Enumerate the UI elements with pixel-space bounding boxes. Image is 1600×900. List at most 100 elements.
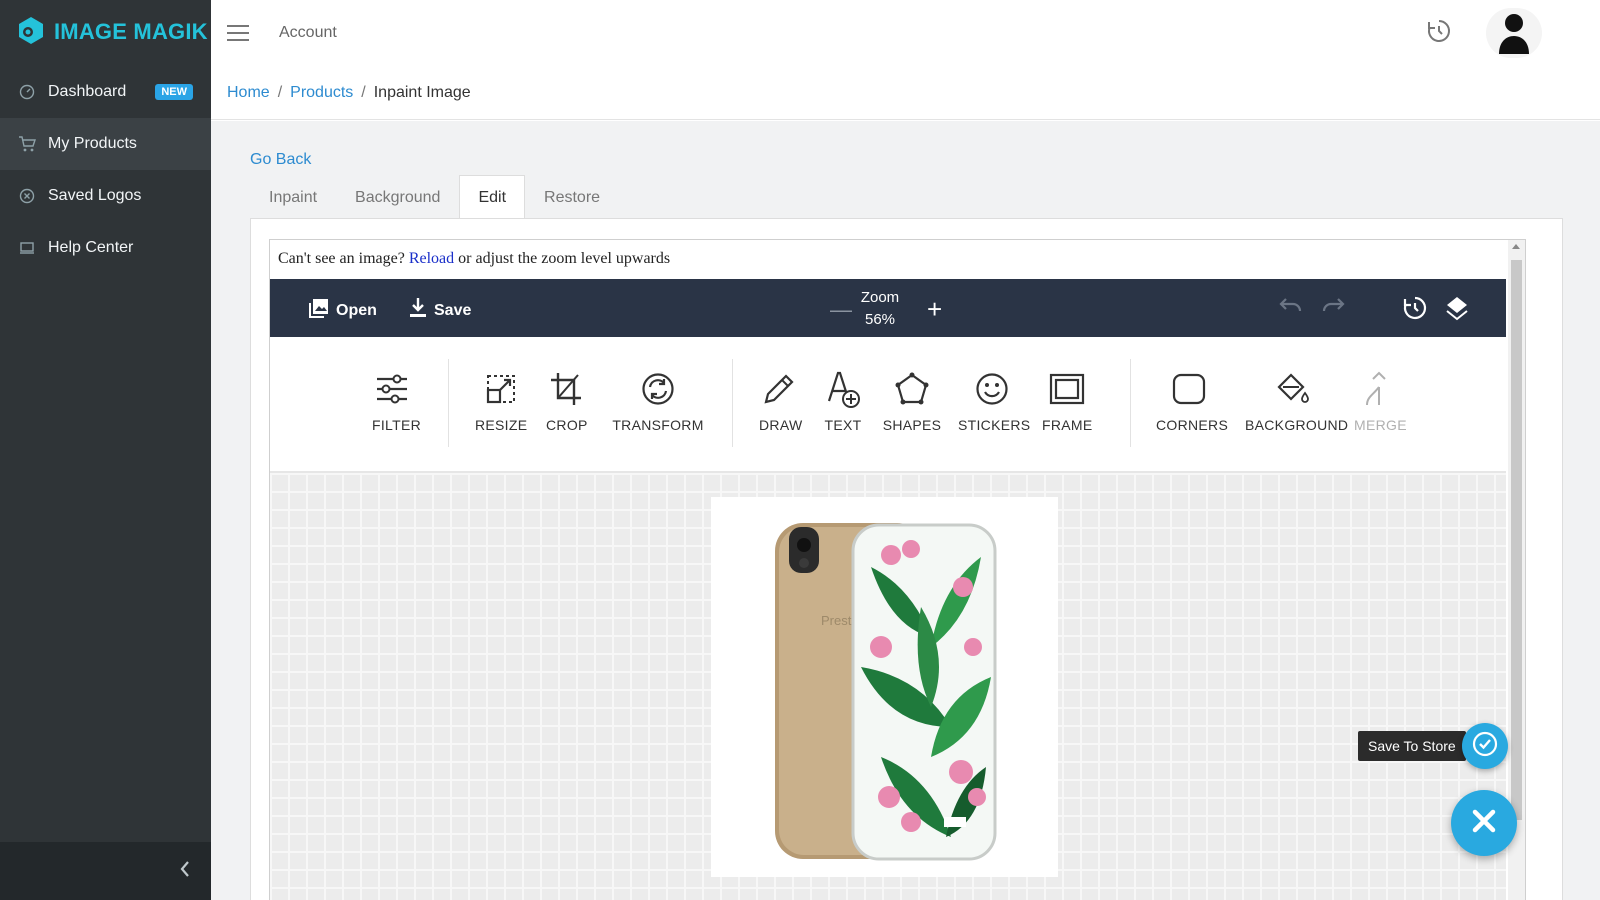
scroll-thumb[interactable] — [1511, 260, 1522, 820]
open-button[interactable]: Open — [308, 297, 377, 324]
brand-hexagon-icon — [16, 15, 46, 50]
brand-logo[interactable]: IMAGE MAGIK — [0, 0, 211, 64]
crop-icon — [546, 369, 586, 409]
brand-name: IMAGE MAGIK — [54, 19, 208, 44]
zoom-display: Zoom 56% — [830, 287, 930, 331]
tool-transform[interactable]: TRANSFORM — [610, 369, 706, 433]
tool-label: CORNERS — [1156, 417, 1229, 433]
scroll-up-icon[interactable] — [1512, 244, 1520, 249]
tool-divider — [1130, 359, 1131, 447]
sidebar-item-label: Saved Logos — [48, 187, 142, 204]
main-content: Go Back Inpaint Background Edit Restore … — [211, 121, 1600, 900]
sidebar-item-label: Help Center — [48, 239, 134, 256]
tab-background[interactable]: Background — [336, 175, 459, 219]
tool-filter[interactable]: FILTER — [372, 369, 421, 433]
tool-merge[interactable]: MERGE — [1354, 369, 1407, 433]
zoom-label: Zoom — [860, 289, 900, 306]
text-add-icon — [823, 369, 863, 409]
tool-corners[interactable]: CORNERS — [1156, 369, 1228, 433]
download-icon — [408, 297, 428, 324]
tool-label: SHAPES — [882, 417, 942, 433]
editor-scrollbar[interactable] — [1508, 240, 1525, 900]
close-fab-button[interactable] — [1451, 790, 1517, 856]
editor-tabs: Inpaint Background Edit Restore — [250, 175, 619, 219]
tool-shapes[interactable]: SHAPES — [882, 369, 942, 433]
tool-label: CROP — [546, 417, 588, 433]
product-image[interactable]: Prest — [711, 497, 1058, 877]
tool-label: STICKERS — [958, 417, 1031, 433]
breadcrumb-current: Inpaint Image — [373, 83, 471, 101]
tool-label: TEXT — [824, 417, 862, 433]
tab-inpaint[interactable]: Inpaint — [250, 175, 336, 219]
sidebar: IMAGE MAGIK Dashboard NEW My Products Sa… — [0, 0, 211, 900]
sidebar-item-my-products[interactable]: My Products — [0, 118, 211, 170]
cart-icon — [18, 135, 36, 153]
sliders-icon — [372, 369, 412, 409]
frame-icon — [1042, 369, 1092, 409]
tool-resize[interactable]: RESIZE — [475, 369, 527, 433]
monitor-icon — [18, 239, 36, 257]
tool-text[interactable]: TEXT — [823, 369, 863, 433]
undo-icon[interactable] — [1278, 295, 1304, 320]
merge-icon — [1354, 369, 1404, 409]
tool-label: MERGE — [1354, 417, 1407, 433]
image-canvas[interactable]: Prest — [270, 473, 1506, 900]
history-icon[interactable] — [1402, 295, 1428, 326]
breadcrumb-separator: / — [361, 83, 366, 101]
notice-prefix: Can't see an image? — [278, 250, 405, 267]
sidebar-item-label: My Products — [48, 135, 137, 152]
reload-notice: Can't see an image? Reload or adjust the… — [270, 240, 1525, 278]
tab-panel: Can't see an image? Reload or adjust the… — [250, 218, 1563, 900]
tool-label: FILTER — [372, 417, 421, 433]
pentagon-icon — [882, 369, 942, 409]
paint-bucket-icon — [1245, 369, 1339, 409]
tab-edit[interactable]: Edit — [459, 175, 526, 219]
tool-divider — [732, 359, 733, 447]
tool-frame[interactable]: FRAME — [1042, 369, 1092, 433]
sidebar-item-dashboard[interactable]: Dashboard NEW — [0, 66, 211, 118]
dashboard-gauge-icon — [18, 83, 36, 101]
sidebar-footer — [0, 842, 211, 900]
tool-label: DRAW — [759, 417, 803, 433]
zoom-value: 56% — [864, 311, 896, 328]
breadcrumb: Home / Products / Inpaint Image — [211, 66, 1600, 120]
breadcrumb-home-link[interactable]: Home — [227, 84, 270, 102]
layers-icon[interactable] — [1445, 295, 1469, 326]
save-button[interactable]: Save — [408, 297, 471, 324]
tool-draw[interactable]: DRAW — [759, 369, 803, 433]
sidebar-item-saved-logos[interactable]: Saved Logos — [0, 170, 211, 222]
menu-toggle-icon[interactable] — [227, 25, 249, 41]
tool-background[interactable]: BACKGROUND — [1245, 369, 1348, 433]
save-to-store-button[interactable] — [1462, 723, 1508, 769]
edit-tools-row: FILTER RESIZE CROP TRANSFORM DRAW TEXT S… — [270, 337, 1506, 473]
breadcrumb-products-link[interactable]: Products — [290, 84, 353, 102]
save-to-store-tooltip: Save To Store — [1358, 731, 1466, 761]
tool-stickers[interactable]: STICKERS — [958, 369, 1030, 433]
sidebar-item-help-center[interactable]: Help Center — [0, 222, 211, 274]
reload-link[interactable]: Reload — [409, 250, 454, 268]
editor-frame: Can't see an image? Reload or adjust the… — [269, 239, 1526, 900]
tool-crop[interactable]: CROP — [546, 369, 588, 433]
save-label: Save — [434, 301, 472, 319]
check-circle-icon — [1472, 731, 1498, 762]
image-open-icon — [308, 297, 330, 324]
tab-restore[interactable]: Restore — [525, 175, 619, 219]
notice-suffix: or adjust the zoom level upwards — [458, 250, 671, 267]
account-link[interactable]: Account — [279, 24, 337, 42]
open-label: Open — [336, 301, 377, 319]
close-icon — [1471, 808, 1497, 839]
clock-history-icon[interactable] — [1426, 18, 1452, 49]
pencil-icon — [759, 369, 799, 409]
editor-header-bar: Open Save — Zoom 56% + — [270, 279, 1506, 337]
tool-divider — [448, 359, 449, 447]
tool-label: BACKGROUND — [1245, 417, 1349, 433]
redo-icon[interactable] — [1320, 295, 1346, 320]
user-avatar-icon[interactable] — [1486, 8, 1542, 58]
tool-label: TRANSFORM — [612, 417, 704, 433]
rounded-square-icon — [1156, 369, 1222, 409]
transform-icon — [610, 369, 706, 409]
chevron-left-icon[interactable] — [179, 860, 191, 883]
zoom-in-icon[interactable]: + — [927, 294, 942, 325]
go-back-link[interactable]: Go Back — [250, 151, 311, 169]
tool-label: FRAME — [1042, 417, 1093, 433]
